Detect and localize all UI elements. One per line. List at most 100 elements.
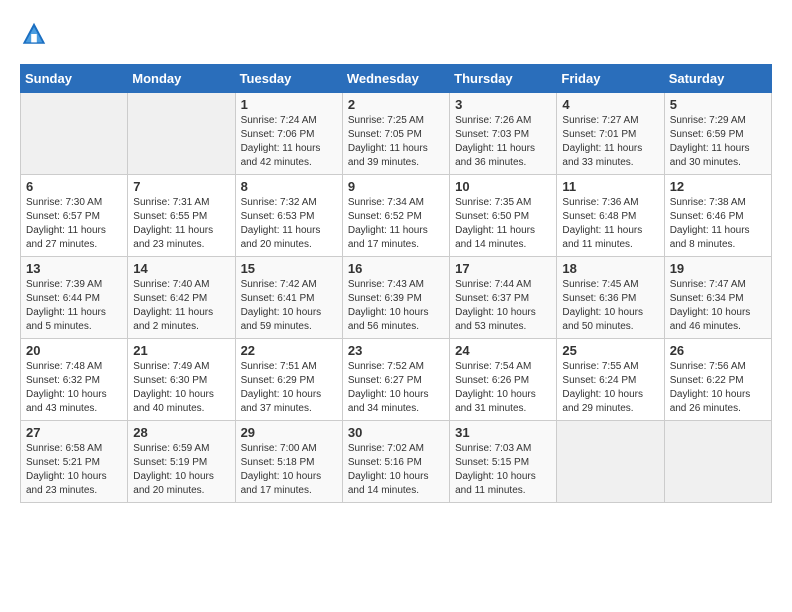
calendar-cell: 24Sunrise: 7:54 AM Sunset: 6:26 PM Dayli… <box>450 339 557 421</box>
day-number: 16 <box>348 261 444 276</box>
calendar-cell: 30 Sunrise: 7:02 AM Sunset: 5:16 PM Dayli… <box>342 421 449 503</box>
day-content: Sunrise: 7:35 AM Sunset: 6:50 PM Dayligh… <box>455 196 551 252</box>
day-content: Sunrise: 7:26 AM Sunset: 7:03 PM Dayligh… <box>455 114 551 170</box>
calendar-cell: 17Sunrise: 7:44 AM Sunset: 6:37 PM Dayli… <box>450 257 557 339</box>
calendar-cell: 7 Sunrise: 7:31 AM Sunset: 6:55 PM Daylig… <box>128 175 235 257</box>
calendar-cell: 3 Sunrise: 7:26 AM Sunset: 7:03 PM Daylig… <box>450 93 557 175</box>
day-content: Sunrise: 7:34 AM Sunset: 6:52 PM Dayligh… <box>348 196 444 252</box>
calendar-cell: 12Sunrise: 7:38 AM Sunset: 6:46 PM Dayli… <box>664 175 771 257</box>
calendar-cell: 10 Sunrise: 7:35 AM Sunset: 6:50 PM Dayli… <box>450 175 557 257</box>
day-content: Sunrise: 7:39 AM Sunset: 6:44 PM Dayligh… <box>26 278 122 334</box>
calendar-cell: 14Sunrise: 7:40 AM Sunset: 6:42 PM Dayli… <box>128 257 235 339</box>
day-number: 30 <box>348 425 444 440</box>
calendar-table: SundayMondayTuesdayWednesdayThursdayFrid… <box>20 64 772 503</box>
day-content: Sunrise: 7:32 AM Sunset: 6:53 PM Dayligh… <box>241 196 337 252</box>
day-content: Sunrise: 7:47 AM Sunset: 6:34 PM Dayligh… <box>670 278 766 334</box>
header-day-sunday: Sunday <box>21 65 128 93</box>
header-day-thursday: Thursday <box>450 65 557 93</box>
day-number: 11 <box>562 179 658 194</box>
header-day-saturday: Saturday <box>664 65 771 93</box>
day-number: 22 <box>241 343 337 358</box>
calendar-cell <box>664 421 771 503</box>
day-content: Sunrise: 7:31 AM Sunset: 6:55 PM Dayligh… <box>133 196 229 252</box>
day-number: 26 <box>670 343 766 358</box>
day-number: 28 <box>133 425 229 440</box>
calendar-cell: 1 Sunrise: 7:24 AM Sunset: 7:06 PM Daylig… <box>235 93 342 175</box>
calendar-cell <box>128 93 235 175</box>
day-number: 31 <box>455 425 551 440</box>
logo-icon <box>20 20 48 48</box>
day-content: Sunrise: 7:25 AM Sunset: 7:05 PM Dayligh… <box>348 114 444 170</box>
day-content: Sunrise: 6:58 AM Sunset: 5:21 PM Dayligh… <box>26 442 122 498</box>
day-number: 13 <box>26 261 122 276</box>
day-number: 7 <box>133 179 229 194</box>
day-content: Sunrise: 7:44 AM Sunset: 6:37 PM Dayligh… <box>455 278 551 334</box>
day-content: Sunrise: 6:59 AM Sunset: 5:19 PM Dayligh… <box>133 442 229 498</box>
day-number: 24 <box>455 343 551 358</box>
header-day-monday: Monday <box>128 65 235 93</box>
day-content: Sunrise: 7:49 AM Sunset: 6:30 PM Dayligh… <box>133 360 229 416</box>
page-header <box>20 20 772 48</box>
calendar-cell: 26Sunrise: 7:56 AM Sunset: 6:22 PM Dayli… <box>664 339 771 421</box>
calendar-cell: 25 Sunrise: 7:55 AM Sunset: 6:24 PM Dayli… <box>557 339 664 421</box>
calendar-week-2: 6 Sunrise: 7:30 AM Sunset: 6:57 PM Daylig… <box>21 175 772 257</box>
day-content: Sunrise: 7:00 AM Sunset: 5:18 PM Dayligh… <box>241 442 337 498</box>
calendar-cell: 6 Sunrise: 7:30 AM Sunset: 6:57 PM Daylig… <box>21 175 128 257</box>
day-number: 25 <box>562 343 658 358</box>
day-number: 29 <box>241 425 337 440</box>
day-number: 15 <box>241 261 337 276</box>
calendar-cell: 31 Sunrise: 7:03 AM Sunset: 5:15 PM Dayli… <box>450 421 557 503</box>
day-content: Sunrise: 7:38 AM Sunset: 6:46 PM Dayligh… <box>670 196 766 252</box>
day-number: 20 <box>26 343 122 358</box>
calendar-cell <box>557 421 664 503</box>
calendar-cell <box>21 93 128 175</box>
header-day-wednesday: Wednesday <box>342 65 449 93</box>
day-number: 1 <box>241 97 337 112</box>
day-content: Sunrise: 7:52 AM Sunset: 6:27 PM Dayligh… <box>348 360 444 416</box>
calendar-body: 1 Sunrise: 7:24 AM Sunset: 7:06 PM Daylig… <box>21 93 772 503</box>
calendar-header: SundayMondayTuesdayWednesdayThursdayFrid… <box>21 65 772 93</box>
calendar-cell: 20 Sunrise: 7:48 AM Sunset: 6:32 PM Dayli… <box>21 339 128 421</box>
header-day-friday: Friday <box>557 65 664 93</box>
day-content: Sunrise: 7:40 AM Sunset: 6:42 PM Dayligh… <box>133 278 229 334</box>
calendar-week-1: 1 Sunrise: 7:24 AM Sunset: 7:06 PM Daylig… <box>21 93 772 175</box>
calendar-cell: 11Sunrise: 7:36 AM Sunset: 6:48 PM Dayli… <box>557 175 664 257</box>
day-number: 4 <box>562 97 658 112</box>
day-content: Sunrise: 7:48 AM Sunset: 6:32 PM Dayligh… <box>26 360 122 416</box>
day-number: 5 <box>670 97 766 112</box>
day-number: 9 <box>348 179 444 194</box>
calendar-cell: 16 Sunrise: 7:43 AM Sunset: 6:39 PM Dayli… <box>342 257 449 339</box>
day-content: Sunrise: 7:42 AM Sunset: 6:41 PM Dayligh… <box>241 278 337 334</box>
day-number: 19 <box>670 261 766 276</box>
calendar-cell: 13 Sunrise: 7:39 AM Sunset: 6:44 PM Dayli… <box>21 257 128 339</box>
day-content: Sunrise: 7:29 AM Sunset: 6:59 PM Dayligh… <box>670 114 766 170</box>
calendar-cell: 22 Sunrise: 7:51 AM Sunset: 6:29 PM Dayli… <box>235 339 342 421</box>
calendar-cell: 21Sunrise: 7:49 AM Sunset: 6:30 PM Dayli… <box>128 339 235 421</box>
day-number: 6 <box>26 179 122 194</box>
day-number: 10 <box>455 179 551 194</box>
calendar-cell: 8Sunrise: 7:32 AM Sunset: 6:53 PM Daylig… <box>235 175 342 257</box>
header-row: SundayMondayTuesdayWednesdayThursdayFrid… <box>21 65 772 93</box>
calendar-cell: 29 Sunrise: 7:00 AM Sunset: 5:18 PM Dayli… <box>235 421 342 503</box>
calendar-week-5: 27Sunrise: 6:58 AM Sunset: 5:21 PM Dayli… <box>21 421 772 503</box>
day-content: Sunrise: 7:43 AM Sunset: 6:39 PM Dayligh… <box>348 278 444 334</box>
calendar-cell: 2Sunrise: 7:25 AM Sunset: 7:05 PM Daylig… <box>342 93 449 175</box>
day-number: 18 <box>562 261 658 276</box>
calendar-cell: 4 Sunrise: 7:27 AM Sunset: 7:01 PM Daylig… <box>557 93 664 175</box>
day-content: Sunrise: 7:03 AM Sunset: 5:15 PM Dayligh… <box>455 442 551 498</box>
calendar-cell: 15 Sunrise: 7:42 AM Sunset: 6:41 PM Dayli… <box>235 257 342 339</box>
logo <box>20 20 52 48</box>
day-content: Sunrise: 7:24 AM Sunset: 7:06 PM Dayligh… <box>241 114 337 170</box>
day-number: 3 <box>455 97 551 112</box>
calendar-cell: 19 Sunrise: 7:47 AM Sunset: 6:34 PM Dayli… <box>664 257 771 339</box>
header-day-tuesday: Tuesday <box>235 65 342 93</box>
day-content: Sunrise: 7:30 AM Sunset: 6:57 PM Dayligh… <box>26 196 122 252</box>
day-content: Sunrise: 7:55 AM Sunset: 6:24 PM Dayligh… <box>562 360 658 416</box>
calendar-cell: 18Sunrise: 7:45 AM Sunset: 6:36 PM Dayli… <box>557 257 664 339</box>
day-content: Sunrise: 7:51 AM Sunset: 6:29 PM Dayligh… <box>241 360 337 416</box>
calendar-cell: 5 Sunrise: 7:29 AM Sunset: 6:59 PM Daylig… <box>664 93 771 175</box>
day-content: Sunrise: 7:02 AM Sunset: 5:16 PM Dayligh… <box>348 442 444 498</box>
calendar-cell: 27Sunrise: 6:58 AM Sunset: 5:21 PM Dayli… <box>21 421 128 503</box>
calendar-week-4: 20 Sunrise: 7:48 AM Sunset: 6:32 PM Dayli… <box>21 339 772 421</box>
day-content: Sunrise: 7:27 AM Sunset: 7:01 PM Dayligh… <box>562 114 658 170</box>
